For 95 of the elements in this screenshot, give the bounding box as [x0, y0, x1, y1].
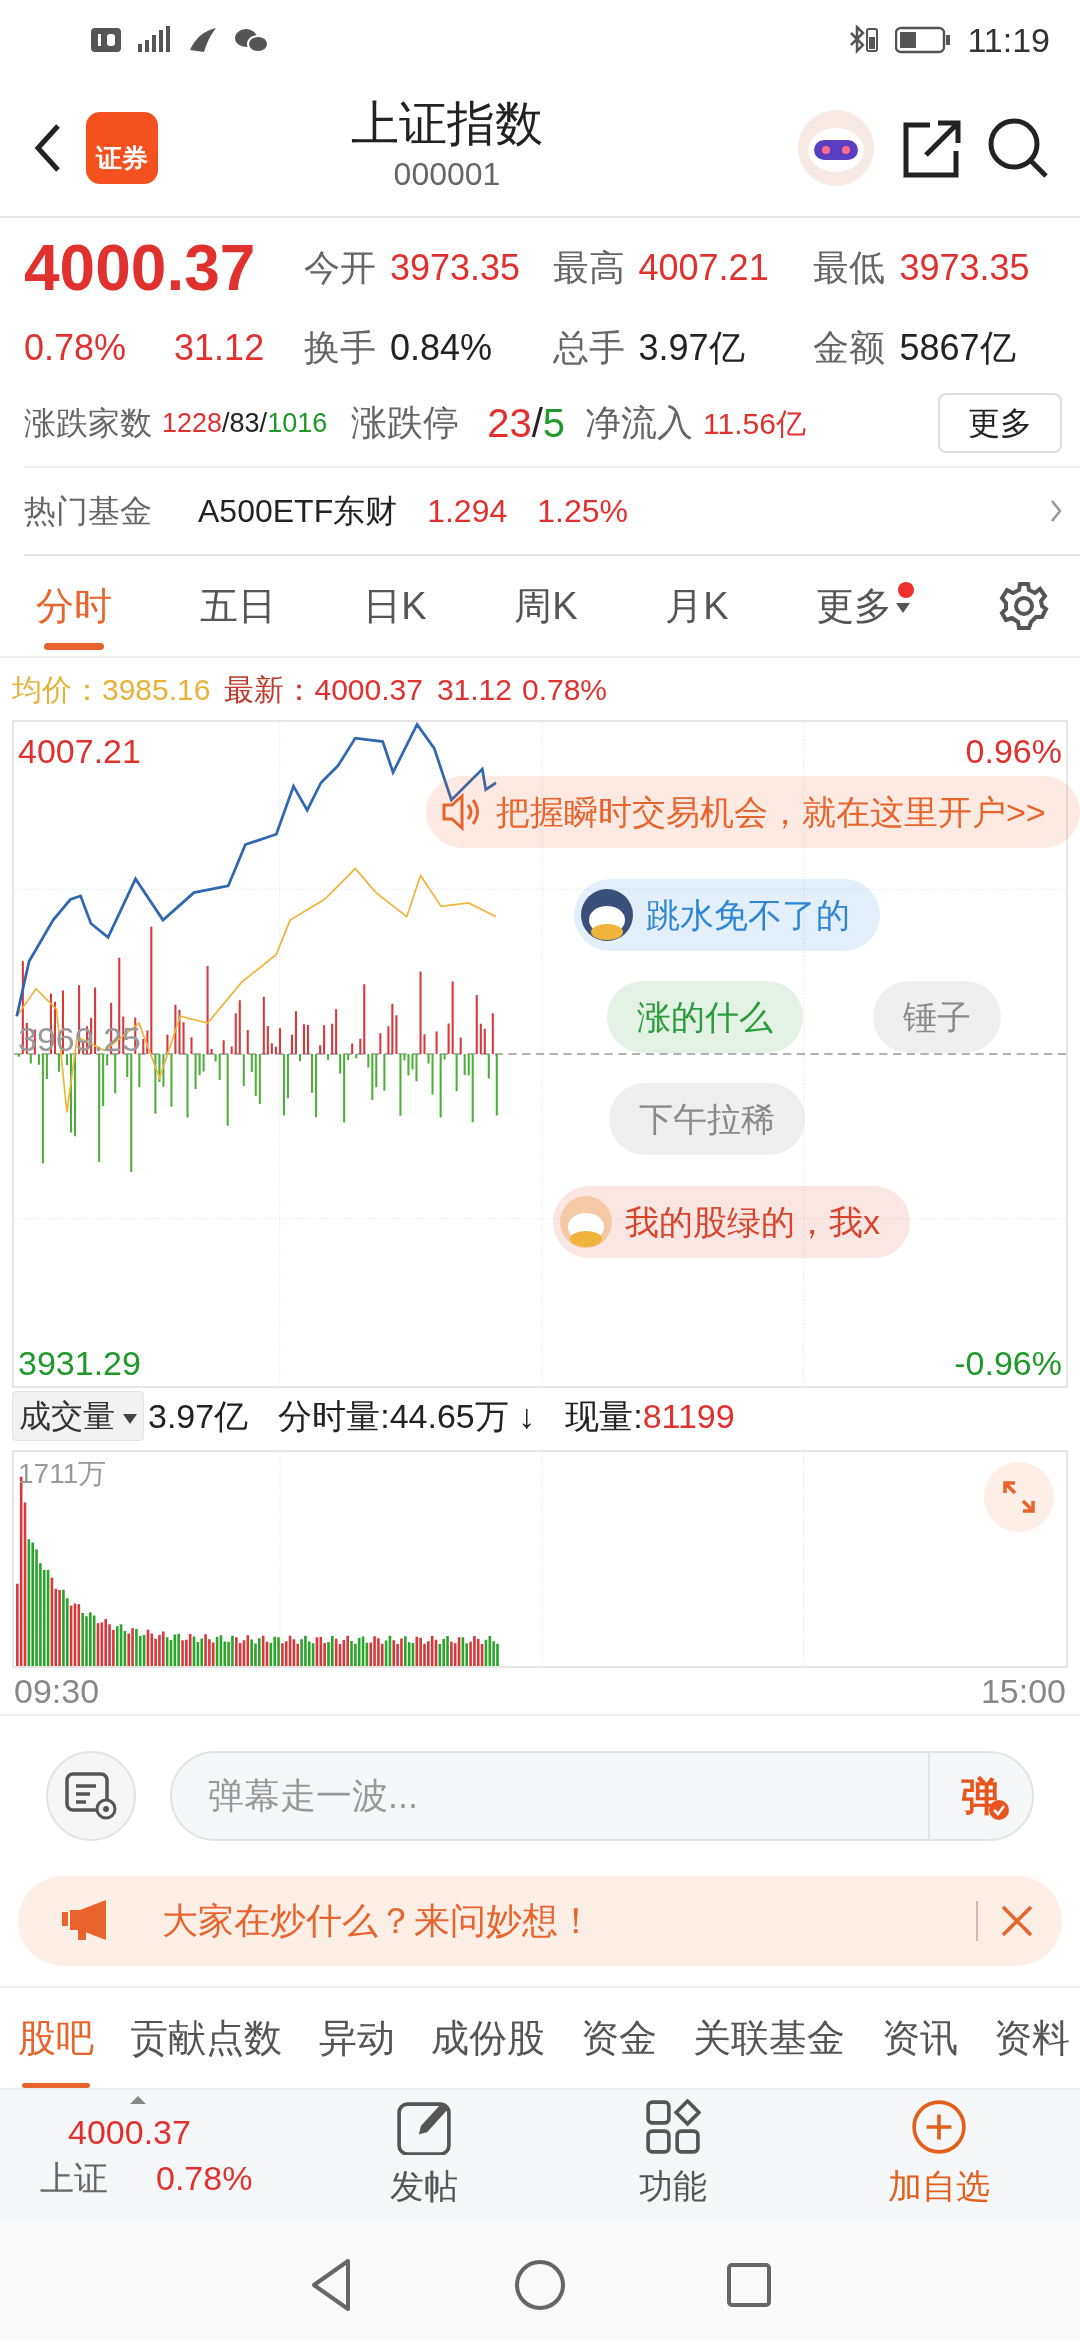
- time-label: 15:00: [980, 1670, 1066, 1712]
- section-tab[interactable]: 异动: [318, 1988, 395, 2088]
- quote-info-text: 0.78%: [522, 671, 608, 708]
- stat-label: 金额: [813, 326, 886, 370]
- banner-text: 大家在炒什么？来问妙想！: [162, 1899, 594, 1943]
- fund-name[interactable]: A500ETF东财: [198, 487, 398, 535]
- robot-avatar-icon[interactable]: [796, 108, 876, 188]
- signal-icon: [138, 26, 172, 54]
- last-price: 4000.37: [24, 231, 257, 306]
- change-amount: 31.12: [174, 326, 265, 370]
- fund-price: 1.294: [427, 492, 508, 531]
- quote-info-text: 3985.16: [102, 671, 211, 708]
- plus-icon: [910, 2099, 967, 2155]
- hd-icon: [90, 25, 122, 55]
- section-tab[interactable]: 资金: [581, 1988, 658, 2088]
- chart-tab[interactable]: 月K: [665, 556, 729, 656]
- avatar-icon: [580, 888, 634, 942]
- quote-info-text: 最新：: [224, 671, 315, 708]
- chart-tab[interactable]: 五日: [199, 556, 276, 656]
- stat-value: 4007.21: [638, 246, 769, 290]
- change-percent: 0.78%: [24, 326, 127, 370]
- breadth-label: 涨跌家数: [24, 404, 152, 443]
- stat-label: 今开: [304, 246, 376, 290]
- chart-tab[interactable]: 日K: [363, 556, 427, 656]
- comment-text: 锤子: [903, 996, 971, 1038]
- settings-icon[interactable]: [997, 580, 1050, 632]
- comment-text: 下午拉稀: [639, 1098, 775, 1140]
- megaphone-icon: [62, 1900, 108, 1942]
- toolbar-action[interactable]: 功能: [639, 2099, 707, 2212]
- section-tab[interactable]: 资讯: [881, 1988, 958, 2088]
- axis-low-label: 3931.29: [18, 1346, 141, 1380]
- search-icon[interactable]: [986, 116, 1050, 180]
- volume-max-label: 1711万: [18, 1460, 107, 1488]
- fund-label: 热门基金: [24, 492, 152, 531]
- stat-label: 最低: [813, 246, 886, 290]
- chart-tab[interactable]: 周K: [514, 556, 578, 656]
- current-volume: 现量:81199: [565, 1395, 735, 1437]
- caret-icon: [123, 1413, 137, 1424]
- toolbar-action[interactable]: 发帖: [390, 2099, 459, 2212]
- section-tab[interactable]: 成份股: [430, 1988, 545, 2088]
- stock-code: 000001: [393, 155, 501, 195]
- leaf-icon: [188, 26, 218, 54]
- comment-bubble[interactable]: 我的股绿的，我x: [553, 1186, 910, 1258]
- fund-change: 1.25%: [537, 492, 628, 531]
- edit-icon: [396, 2099, 453, 2155]
- limit-value: 23/5: [487, 400, 566, 447]
- section-tab[interactable]: 贡献点数: [130, 1988, 283, 2088]
- stat-value: 3.97亿: [638, 326, 745, 370]
- stat-value: 0.84%: [390, 326, 493, 370]
- avatar-icon: [559, 1195, 613, 1249]
- caret-icon: [896, 603, 911, 614]
- index-name: 上证: [40, 2157, 108, 2199]
- clock-time: 11:19: [967, 19, 1050, 61]
- inflow-label: 净流入: [585, 401, 694, 445]
- stat-value: 3973.35: [390, 246, 521, 290]
- close-button[interactable]: [976, 1901, 1034, 1941]
- volume-total: 3.97亿: [148, 1395, 249, 1437]
- page-title: 上证指数: [351, 97, 543, 151]
- section-tab[interactable]: 关联基金: [693, 1988, 846, 2088]
- chevron-right-icon[interactable]: [1050, 499, 1062, 523]
- caret-up-icon: [130, 2095, 146, 2104]
- stat-value: 3973.35: [899, 246, 1030, 290]
- comment-text: 跳水免不了的: [646, 894, 850, 936]
- inflow-value: 11.56亿: [703, 405, 806, 442]
- comment-text: 我的股绿的，我x: [625, 1201, 880, 1243]
- comment-text: 涨的什么: [637, 996, 773, 1038]
- breadth-value: 1228/83/1016: [162, 406, 328, 440]
- stat-label: 最高: [552, 246, 625, 290]
- axis-high-label: 4007.21: [18, 734, 141, 768]
- index-change: 0.78%: [156, 2157, 253, 2199]
- recent-apps-icon[interactable]: [726, 2261, 772, 2308]
- bluetooth-icon: [849, 25, 880, 55]
- axis-low-percent: -0.96%: [954, 1346, 1062, 1380]
- chart-tab[interactable]: 更多: [816, 556, 911, 656]
- stat-label: 换手: [304, 326, 376, 370]
- more-button[interactable]: 更多: [938, 393, 1062, 453]
- app-logo[interactable]: 证券: [86, 112, 158, 184]
- index-value: 4000.37: [68, 2111, 192, 2153]
- index-summary[interactable]: 4000.37 上证 0.78%: [0, 2109, 300, 2202]
- apps-icon: [645, 2099, 701, 2155]
- home-icon[interactable]: [514, 2258, 566, 2311]
- indicator-dropdown[interactable]: 成交量: [12, 1391, 144, 1441]
- axis-high-percent: 0.96%: [965, 734, 1062, 768]
- stat-label: 总手: [552, 326, 625, 370]
- comment-text: 把握瞬时交易机会，就在这里开户>>: [496, 791, 1046, 833]
- limit-label: 涨跌停: [351, 401, 460, 445]
- quote-info-text: 均价：: [12, 671, 102, 708]
- interval-volume: 分时量:44.65万 ↓: [278, 1395, 536, 1437]
- quote-info-text: 4000.37: [314, 671, 423, 708]
- battery-icon: [895, 26, 952, 54]
- chat-icon: [234, 26, 270, 54]
- stat-value: 5867亿: [899, 326, 1016, 370]
- section-tab[interactable]: 资料: [993, 1988, 1070, 2088]
- quote-info-text: 31.12: [436, 671, 512, 708]
- time-label: 09:30: [14, 1670, 100, 1712]
